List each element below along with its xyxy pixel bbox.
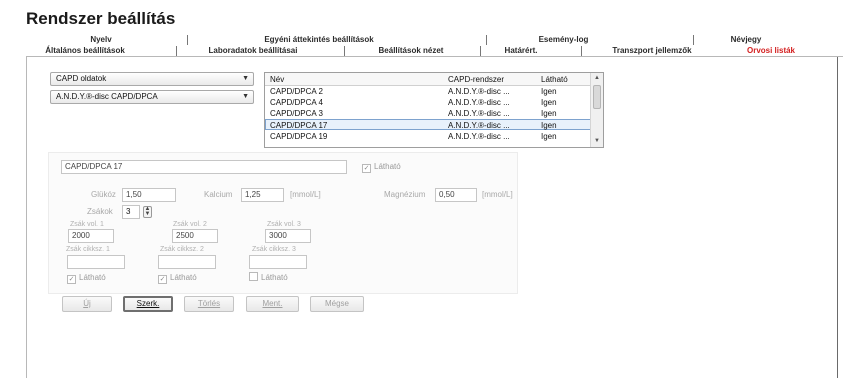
visible-label: Látható	[374, 162, 401, 171]
bag-vol-1-field[interactable]: 2000	[68, 229, 114, 243]
glucose-label: Glükóz	[91, 190, 116, 199]
checkmark-icon: ✓	[158, 275, 167, 284]
delete-button[interactable]: Törlés	[184, 296, 234, 312]
bag-item-1-label: Zsák cikksz. 1	[66, 246, 110, 253]
save-button[interactable]: Ment.	[246, 296, 299, 312]
magnesium-label: Magnézium	[384, 190, 426, 199]
item-system: A.N.D.Y.®-disc ...	[448, 109, 510, 118]
bag-vol-2-field[interactable]: 2500	[172, 229, 218, 243]
tab-laboradatok[interactable]: Laboradatok beállításai	[198, 45, 308, 57]
bag-item-3-field[interactable]	[249, 255, 307, 269]
tab-separator	[344, 46, 345, 56]
name-field[interactable]: CAPD/DPCA 17	[61, 160, 347, 174]
calcium-label: Kalcium	[204, 190, 233, 199]
bag-3-visible-checkbox[interactable]: Látható	[249, 272, 288, 284]
calcium-unit: [mmol/L]	[290, 190, 321, 199]
tab-separator	[486, 35, 487, 45]
tab-orvosi-listak[interactable]: Orvosi listák	[726, 45, 816, 57]
bag-vol-3-label: Zsák vol. 3	[267, 221, 301, 228]
chevron-down-icon: ▼	[242, 93, 249, 100]
item-name: CAPD/DPCA 17	[270, 121, 328, 130]
list-item[interactable]: CAPD/DPCA 19 A.N.D.Y.®-disc ... Igen	[265, 131, 591, 142]
item-system: A.N.D.Y.®-disc ...	[448, 98, 510, 107]
bag-item-1-field[interactable]	[67, 255, 125, 269]
visible-checkbox[interactable]: ✓ Látható	[362, 161, 401, 173]
cancel-button[interactable]: Mégse	[310, 296, 364, 312]
list-item[interactable]: CAPD/DPCA 3 A.N.D.Y.®-disc ... Igen	[265, 108, 591, 119]
bag-vol-2-label: Zsák vol. 2	[173, 221, 207, 228]
item-name: CAPD/DPCA 3	[270, 109, 323, 118]
tab-separator	[480, 46, 481, 56]
calcium-field[interactable]: 1,25	[241, 188, 284, 202]
bag-item-2-field[interactable]	[158, 255, 216, 269]
list-item[interactable]: CAPD/DPCA 4 A.N.D.Y.®-disc ... Igen	[265, 97, 591, 108]
unchecked-box-icon	[249, 272, 258, 281]
bag-1-visible-label: Látható	[79, 273, 106, 282]
tab-separator	[187, 35, 188, 45]
list-scrollbar[interactable]: ▲ ▼	[590, 73, 603, 147]
tab-separator	[176, 46, 177, 56]
scroll-up-icon[interactable]: ▲	[591, 73, 603, 84]
tab-beallitasok-nezet[interactable]: Beállítások nézet	[356, 45, 466, 57]
item-system: A.N.D.Y.®-disc ...	[448, 132, 510, 141]
item-name: CAPD/DPCA 19	[270, 132, 328, 141]
scroll-thumb[interactable]	[593, 85, 601, 109]
bag-2-visible-label: Látható	[170, 273, 197, 282]
item-visible: Igen	[541, 98, 557, 107]
tab-hatarert[interactable]: Határért.	[491, 45, 551, 57]
detail-form: CAPD/DPCA 17 ✓ Látható Glükóz 1,50 Kalciu…	[48, 152, 518, 294]
new-button-label: Új	[83, 299, 91, 308]
tab-separator	[693, 35, 694, 45]
bag-vol-3-field[interactable]: 3000	[265, 229, 311, 243]
save-button-label: Ment.	[262, 299, 283, 308]
item-system: A.N.D.Y.®-disc ...	[448, 87, 510, 96]
item-system: A.N.D.Y.®-disc ...	[448, 121, 510, 130]
list-item-selected[interactable]: CAPD/DPCA 17 A.N.D.Y.®-disc ... Igen	[265, 119, 591, 130]
bags-stepper[interactable]: ▲ ▼	[143, 206, 152, 218]
item-name: CAPD/DPCA 2	[270, 87, 323, 96]
delete-button-label: Törlés	[197, 299, 221, 308]
checkmark-icon: ✓	[362, 164, 371, 173]
column-header-name[interactable]: Név	[270, 73, 284, 86]
tab-row-2: Általános beállítások Laboradatok beállí…	[26, 45, 843, 57]
bag-vol-1-label: Zsák vol. 1	[70, 221, 104, 228]
page-title: Rendszer beállítás	[26, 9, 176, 28]
tab-altalanos-beallitasok[interactable]: Általános beállítások	[32, 45, 138, 57]
bag-1-visible-checkbox[interactable]: ✓ Látható	[67, 272, 106, 284]
system-value: A.N.D.Y.®-disc CAPD/DPCA	[56, 92, 158, 101]
edit-button[interactable]: Szerk.	[123, 296, 173, 312]
system-select[interactable]: A.N.D.Y.®-disc CAPD/DPCA ▼	[50, 90, 254, 104]
list-item[interactable]: CAPD/DPCA 2 A.N.D.Y.®-disc ... Igen	[265, 86, 591, 97]
bag-3-visible-label: Látható	[261, 273, 288, 282]
bag-item-3-label: Zsák cikksz. 3	[252, 246, 296, 253]
item-visible: Igen	[541, 87, 557, 96]
glucose-field[interactable]: 1,50	[122, 188, 176, 202]
bag-item-2-label: Zsák cikksz. 2	[160, 246, 204, 253]
bags-label: Zsákok	[87, 207, 113, 216]
list-type-select[interactable]: CAPD oldatok ▼	[50, 72, 254, 86]
tab-separator	[581, 46, 582, 56]
item-visible: Igen	[541, 132, 557, 141]
magnesium-unit: [mmol/L]	[482, 190, 513, 199]
edit-button-label: Szerk.	[136, 299, 160, 308]
checkmark-icon: ✓	[67, 275, 76, 284]
bags-field[interactable]: 3	[122, 205, 140, 219]
column-header-capd-system[interactable]: CAPD-rendszer	[448, 73, 504, 86]
scroll-down-icon[interactable]: ▼	[591, 136, 603, 147]
solutions-list[interactable]: Név CAPD-rendszer Látható CAPD/DPCA 2 A.…	[264, 72, 604, 148]
bag-2-visible-checkbox[interactable]: ✓ Látható	[158, 272, 197, 284]
column-header-visible[interactable]: Látható	[541, 73, 568, 86]
item-name: CAPD/DPCA 4	[270, 98, 323, 107]
new-button[interactable]: Új	[62, 296, 112, 312]
list-type-value: CAPD oldatok	[56, 74, 107, 83]
list-header: Név CAPD-rendszer Látható	[265, 73, 591, 86]
chevron-down-icon: ▼	[242, 75, 249, 82]
item-visible: Igen	[541, 109, 557, 118]
item-visible: Igen	[541, 121, 557, 130]
magnesium-field[interactable]: 0,50	[435, 188, 477, 202]
tab-transzport-jellemzok[interactable]: Transzport jellemzők	[596, 45, 708, 57]
